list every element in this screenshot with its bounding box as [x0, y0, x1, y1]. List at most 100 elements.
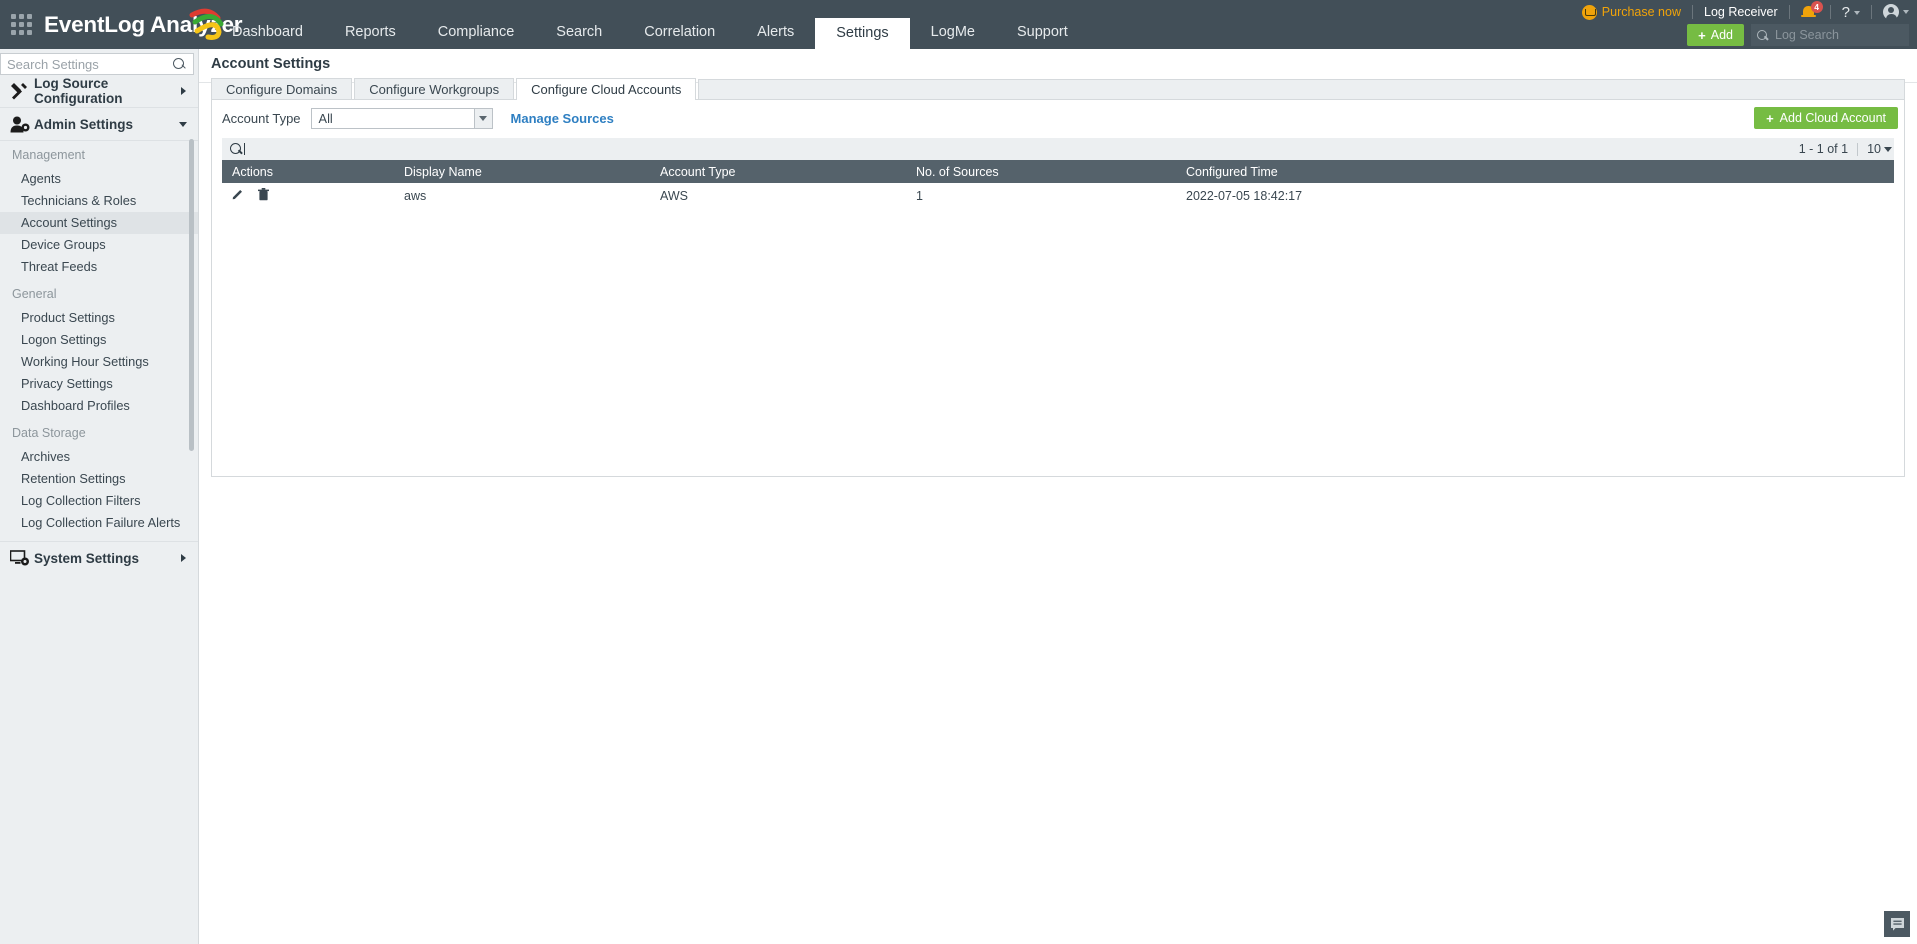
cloud-accounts-table: ActionsDisplay NameAccount TypeNo. of So… — [222, 160, 1894, 208]
divider — [1871, 5, 1872, 19]
sidebar-item-retention-settings[interactable]: Retention Settings — [0, 468, 198, 490]
sidebar-group-log-source-configuration[interactable]: Log Source Configuration — [0, 75, 198, 108]
nav-tab-logme[interactable]: LogMe — [910, 16, 996, 49]
column-header-display-name[interactable]: Display Name — [394, 160, 650, 183]
cell-display-name: aws — [394, 183, 650, 208]
top-bar: EventLog Analyzer DashboardReportsCompli… — [0, 0, 1917, 49]
monitor-gear-icon — [10, 550, 32, 566]
cell-account-type: AWS — [650, 183, 906, 208]
chat-fab-button[interactable] — [1884, 911, 1910, 937]
help-icon[interactable]: ? — [1842, 4, 1860, 21]
text-cursor — [244, 143, 245, 155]
column-header-account-type[interactable]: Account Type — [650, 160, 906, 183]
notification-badge: 4 — [1811, 1, 1823, 13]
main-navigation: DashboardReportsComplianceSearchCorrelat… — [211, 0, 1089, 49]
plus-icon: + — [1698, 29, 1706, 42]
sidebar-item-threat-feeds[interactable]: Threat Feeds — [0, 256, 198, 278]
divider — [1857, 143, 1858, 156]
sidebar-section-title: General — [0, 278, 198, 307]
sidebar-item-account-settings[interactable]: Account Settings — [0, 212, 198, 234]
nav-tab-correlation[interactable]: Correlation — [623, 16, 736, 49]
log-search-box[interactable]: Log Search — [1751, 24, 1909, 46]
log-receiver-link[interactable]: Log Receiver — [1704, 5, 1778, 19]
column-header-configured-time[interactable]: Configured Time — [1176, 160, 1894, 183]
edit-icon[interactable] — [232, 188, 244, 203]
plus-icon: + — [1766, 112, 1774, 125]
sidebar-item-dashboard-profiles[interactable]: Dashboard Profiles — [0, 395, 198, 417]
tab-configure-workgroups[interactable]: Configure Workgroups — [354, 78, 514, 100]
cell-actions — [222, 183, 394, 208]
nav-tab-reports[interactable]: Reports — [324, 16, 417, 49]
nav-tab-dashboard[interactable]: Dashboard — [211, 16, 324, 49]
tools-icon — [10, 83, 32, 100]
search-icon — [1757, 30, 1768, 41]
table-header-row: ActionsDisplay NameAccount TypeNo. of So… — [222, 160, 1894, 183]
notifications-bell-icon[interactable]: 4 — [1801, 4, 1819, 21]
sidebar-group-label: Admin Settings — [34, 117, 133, 132]
sidebar-item-privacy-settings[interactable]: Privacy Settings — [0, 373, 198, 395]
chevron-right-icon — [181, 554, 186, 562]
account-type-select[interactable]: All — [311, 108, 493, 129]
sidebar-scrollbar-thumb[interactable] — [189, 139, 194, 451]
chevron-down-icon — [1884, 147, 1892, 152]
sidebar-item-logon-settings[interactable]: Logon Settings — [0, 329, 198, 351]
account-type-label: Account Type — [222, 111, 301, 126]
sidebar-item-product-settings[interactable]: Product Settings — [0, 307, 198, 329]
page-size-select[interactable]: 10 — [1867, 142, 1892, 156]
nav-tab-compliance[interactable]: Compliance — [417, 16, 536, 49]
table-search-box[interactable] — [222, 138, 1894, 160]
tab-configure-domains[interactable]: Configure Domains — [211, 78, 352, 100]
app-grid-icon[interactable] — [8, 11, 34, 37]
filter-row: Account Type All Manage Sources + Add Cl… — [212, 100, 1904, 137]
sidebar-section-title: Data Storage — [0, 417, 198, 446]
nav-tab-support[interactable]: Support — [996, 16, 1089, 49]
table-body: awsAWS12022-07-05 18:42:17 — [222, 183, 1894, 208]
delete-icon[interactable] — [258, 188, 269, 204]
chevron-right-icon — [181, 87, 186, 95]
add-button-label: Add — [1711, 28, 1733, 42]
add-cloud-account-button[interactable]: + Add Cloud Account — [1754, 107, 1898, 129]
nav-tab-alerts[interactable]: Alerts — [736, 16, 815, 49]
purchase-now-label: Purchase now — [1602, 5, 1681, 19]
sidebar-group-admin-settings[interactable]: Admin Settings — [0, 108, 198, 141]
page-title: Account Settings — [211, 56, 330, 72]
sidebar-item-agents[interactable]: Agents — [0, 168, 198, 190]
nav-tab-settings[interactable]: Settings — [815, 18, 909, 49]
content-tabs: Configure DomainsConfigure WorkgroupsCon… — [211, 78, 1905, 100]
sidebar-item-technicians-roles[interactable]: Technicians & Roles — [0, 190, 198, 212]
sidebar-item-device-groups[interactable]: Device Groups — [0, 234, 198, 256]
cell-no-of-sources: 1 — [906, 183, 1176, 208]
tabs-filler — [698, 79, 1905, 100]
table-header: ActionsDisplay NameAccount TypeNo. of So… — [222, 160, 1894, 183]
divider — [1830, 5, 1831, 19]
main-content: Account Settings Configure DomainsConfig… — [199, 49, 1917, 944]
search-settings-box[interactable] — [0, 53, 194, 75]
sidebar-item-archives[interactable]: Archives — [0, 446, 198, 468]
sidebar-item-log-collection-filters[interactable]: Log Collection Filters — [0, 490, 198, 512]
pagination: 1 - 1 of 1 10 — [1799, 138, 1892, 160]
cart-icon — [1582, 5, 1597, 20]
tab-configure-cloud-accounts[interactable]: Configure Cloud Accounts — [516, 78, 696, 100]
cloud-accounts-panel: Account Type All Manage Sources + Add Cl… — [211, 99, 1905, 477]
column-header-actions[interactable]: Actions — [222, 160, 394, 183]
user-menu[interactable] — [1883, 4, 1909, 20]
column-header-no-of-sources[interactable]: No. of Sources — [906, 160, 1176, 183]
sidebar-scrollbar-track[interactable] — [191, 139, 196, 559]
sidebar-item-working-hour-settings[interactable]: Working Hour Settings — [0, 351, 198, 373]
divider — [1692, 5, 1693, 19]
add-cloud-account-label: Add Cloud Account — [1780, 111, 1886, 125]
table-row[interactable]: awsAWS12022-07-05 18:42:17 — [222, 183, 1894, 208]
purchase-now-link[interactable]: Purchase now — [1582, 5, 1681, 20]
sidebar-group-system-settings[interactable]: System Settings — [0, 541, 198, 574]
add-button[interactable]: + Add — [1687, 24, 1744, 46]
cell-configured-time: 2022-07-05 18:42:17 — [1176, 183, 1894, 208]
nav-tab-search[interactable]: Search — [535, 16, 623, 49]
sidebar-item-log-collection-failure-alerts[interactable]: Log Collection Failure Alerts — [0, 512, 198, 534]
chevron-down-icon — [474, 109, 492, 128]
search-icon — [173, 58, 186, 71]
search-settings-input[interactable] — [1, 57, 193, 72]
sidebar-filler — [0, 775, 199, 944]
chat-bubble-icon — [1890, 917, 1905, 931]
admin-user-icon — [10, 116, 32, 133]
manage-sources-link[interactable]: Manage Sources — [511, 111, 614, 126]
